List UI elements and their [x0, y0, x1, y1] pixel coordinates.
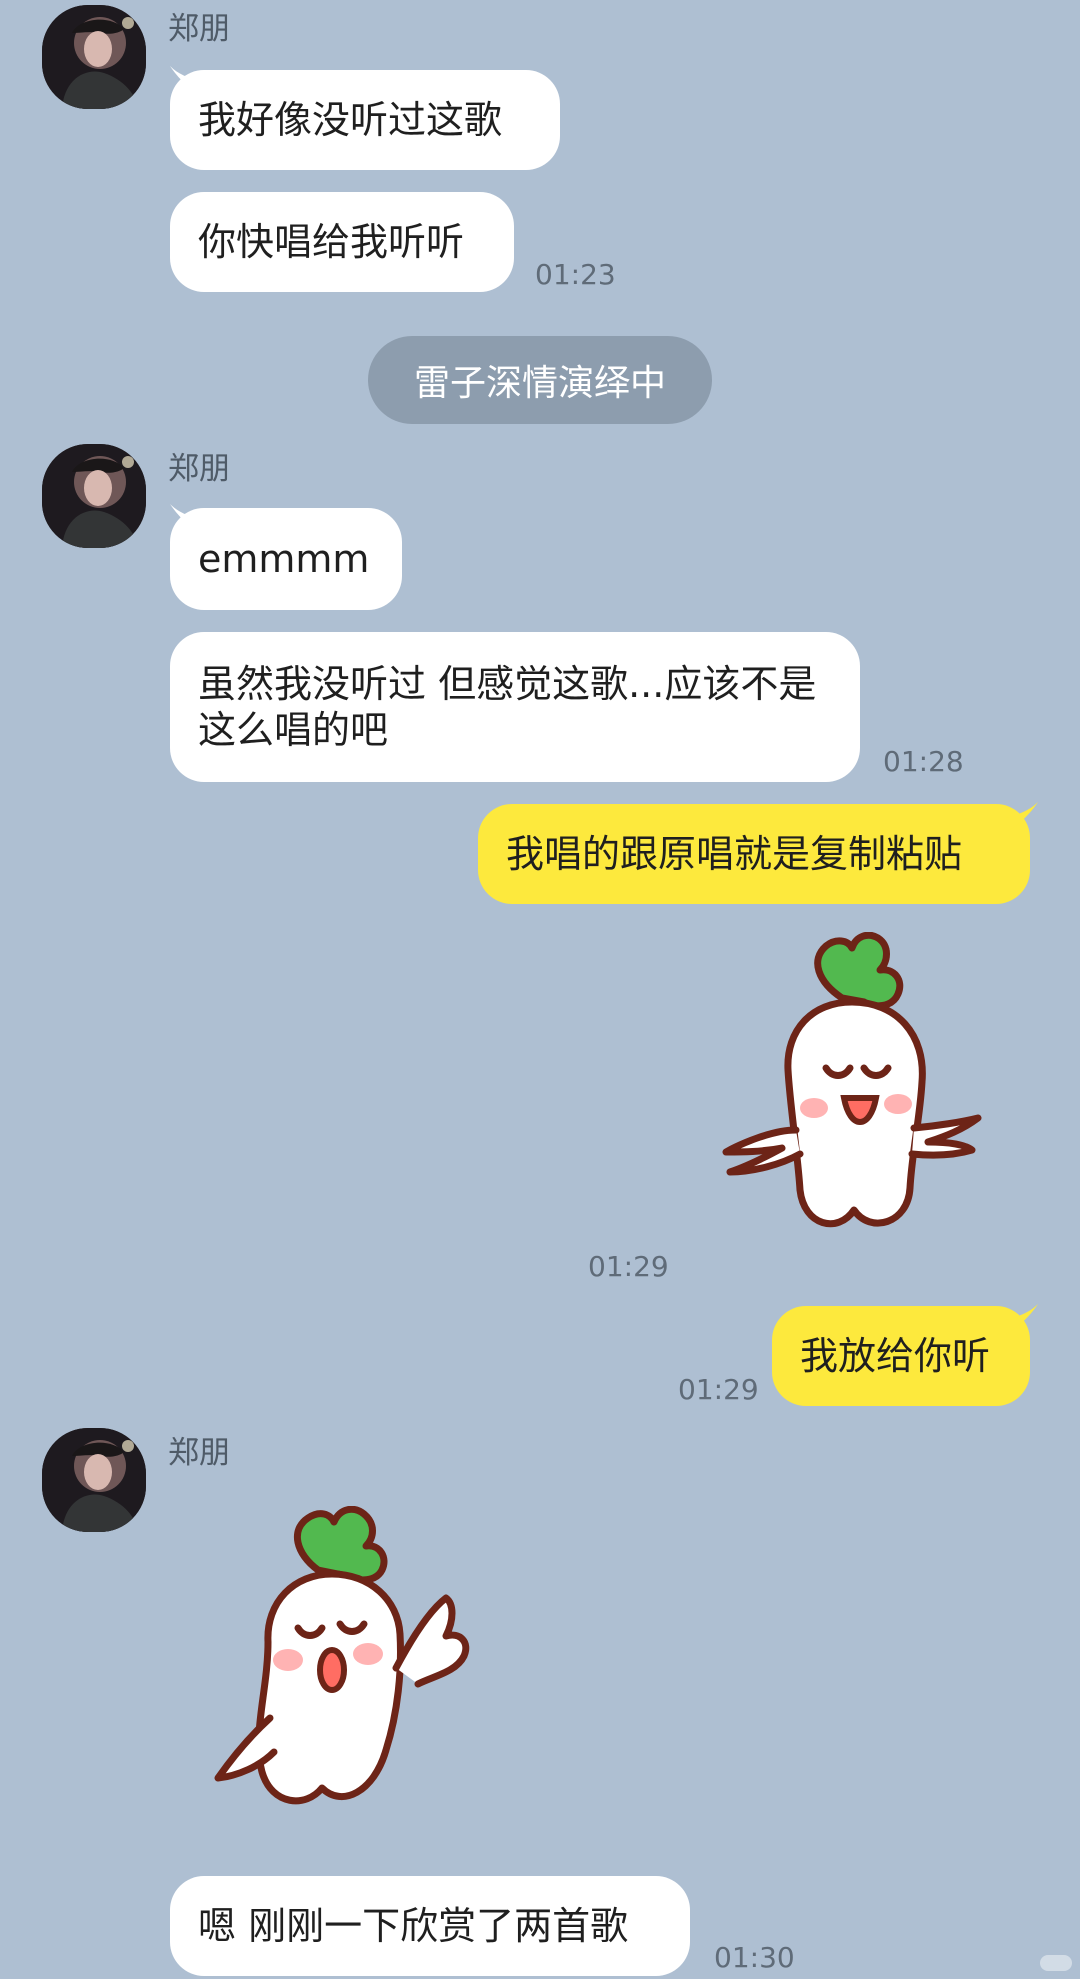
avatar[interactable]: [42, 444, 146, 548]
message-text: emmmm: [198, 537, 370, 581]
watermark-badge: [1040, 1955, 1072, 1971]
incoming-message[interactable]: emmmm: [170, 508, 402, 610]
timestamp: 01:29: [678, 1373, 759, 1406]
avatar-photo-icon: [42, 444, 146, 548]
sender-name: 郑朋: [168, 451, 230, 487]
sender-name: 郑朋: [168, 11, 230, 47]
timestamp: 01:29: [588, 1250, 669, 1283]
incoming-message[interactable]: 你快唱给我听听: [170, 192, 514, 292]
incoming-message[interactable]: 嗯 刚刚一下欣赏了两首歌: [170, 1876, 690, 1976]
timestamp: 01:30: [714, 1941, 795, 1974]
timestamp: 01:28: [883, 745, 964, 778]
avatar-photo-icon: [42, 5, 146, 109]
timestamp: 01:23: [535, 258, 616, 291]
message-text: 我好像没听过这歌: [198, 98, 503, 142]
system-notice-text: 雷子深情演绎中: [413, 363, 666, 404]
bubble-tail-icon: [170, 504, 202, 534]
bubble-tail-icon: [170, 66, 202, 96]
system-notice: 雷子深情演绎中: [368, 336, 712, 424]
white-radish-sticker-icon[interactable]: [700, 932, 1000, 1272]
white-radish-sticker-icon[interactable]: [208, 1506, 498, 1846]
message-text: 嗯 刚刚一下欣赏了两首歌: [198, 1904, 629, 1948]
message-text: 你快唱给我听听: [198, 220, 465, 264]
outgoing-message[interactable]: 我放给你听: [772, 1306, 1030, 1406]
avatar[interactable]: [42, 1428, 146, 1532]
outgoing-message[interactable]: 我唱的跟原唱就是复制粘贴: [478, 804, 1030, 904]
message-text: 我放给你听: [800, 1334, 991, 1378]
avatar-photo-icon: [42, 1428, 146, 1532]
message-text: 虽然我没听过 但感觉这歌...应该不是这么唱的吧: [198, 662, 817, 752]
incoming-message[interactable]: 我好像没听过这歌: [170, 70, 560, 170]
message-text: 我唱的跟原唱就是复制粘贴: [506, 832, 963, 876]
bubble-tail-icon: [1006, 1304, 1038, 1334]
bubble-tail-icon: [1006, 802, 1038, 832]
incoming-message[interactable]: 虽然我没听过 但感觉这歌...应该不是这么唱的吧: [170, 632, 860, 782]
sender-name: 郑朋: [168, 1435, 230, 1471]
avatar[interactable]: [42, 5, 146, 109]
